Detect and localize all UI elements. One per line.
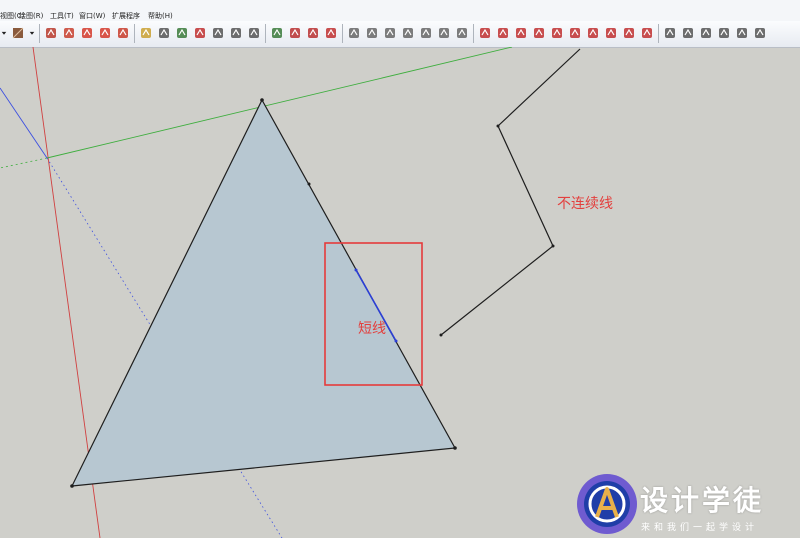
- monochrome-icon[interactable]: [454, 25, 470, 41]
- vertex: [496, 124, 500, 128]
- toolbar-separator: [658, 24, 659, 43]
- bend-icon[interactable]: [698, 25, 714, 41]
- extrude-icon[interactable]: [680, 25, 696, 41]
- rectangle-icon[interactable]: [549, 25, 565, 41]
- toolbar-separator: [342, 24, 343, 43]
- style-icon[interactable]: [346, 25, 362, 41]
- material-swatch-icon[interactable]: [10, 25, 26, 41]
- toolbar-separator: [265, 24, 266, 43]
- toolbar: [0, 21, 800, 48]
- dropdown-arrow-icon[interactable]: [0, 25, 8, 41]
- logo-title: 设计学徒: [640, 484, 765, 517]
- vertex: [551, 244, 555, 248]
- components-icon[interactable]: [287, 25, 303, 41]
- dimension-icon[interactable]: [156, 25, 172, 41]
- logo-emblem-icon: [577, 474, 637, 534]
- solid-icon[interactable]: [716, 25, 732, 41]
- discontinuous-polyline[interactable]: [440, 48, 581, 336]
- menu-tools[interactable]: 工具(T): [50, 12, 74, 20]
- vertex: [354, 268, 358, 272]
- menu-bar: 视图(C) 绘图(R) 工具(T) 窗口(W) 扩展程序 帮助(H): [0, 0, 800, 22]
- vertex: [439, 333, 443, 337]
- section-plane-icon[interactable]: [269, 25, 285, 41]
- split-icon[interactable]: [603, 25, 619, 41]
- line-tool-icon[interactable]: [477, 25, 493, 41]
- rotate-icon[interactable]: [97, 25, 113, 41]
- warehouse-icon[interactable]: [305, 25, 321, 41]
- green-axis-negative: [0, 157, 48, 169]
- hidden-line-icon[interactable]: [400, 25, 416, 41]
- scale-icon[interactable]: [115, 25, 131, 41]
- shaded-icon[interactable]: [418, 25, 434, 41]
- follow-me-icon[interactable]: [61, 25, 77, 41]
- share-model-icon[interactable]: [323, 25, 339, 41]
- menu-help[interactable]: 帮助(H): [148, 12, 173, 20]
- drawing-viewport[interactable]: [0, 47, 800, 538]
- vertex: [307, 182, 311, 186]
- toolbar-separator: [134, 24, 135, 43]
- arc-icon[interactable]: [495, 25, 511, 41]
- logo-slogan: 来和我们一起学设计: [641, 523, 759, 533]
- zoom-icon[interactable]: [228, 25, 244, 41]
- pan-icon[interactable]: [210, 25, 226, 41]
- textured-icon[interactable]: [436, 25, 452, 41]
- vertex: [260, 98, 264, 102]
- polygon-icon[interactable]: [531, 25, 547, 41]
- face-icon[interactable]: [639, 25, 655, 41]
- model-canvas[interactable]: [0, 47, 800, 538]
- push-pull-icon[interactable]: [43, 25, 59, 41]
- menu-window[interactable]: 窗口(W): [79, 12, 105, 20]
- inspector-icon[interactable]: [734, 25, 750, 41]
- move-icon[interactable]: [79, 25, 95, 41]
- menu-draw[interactable]: 绘图(R): [19, 12, 43, 20]
- offset-icon[interactable]: [585, 25, 601, 41]
- overflow-icon[interactable]: [752, 25, 768, 41]
- sandbox-icon[interactable]: [662, 25, 678, 41]
- vertex: [70, 484, 74, 488]
- tape-measure-icon[interactable]: [138, 25, 154, 41]
- weld-icon[interactable]: [567, 25, 583, 41]
- menu-extensions[interactable]: 扩展程序: [112, 12, 140, 20]
- brand-logo: 设计学徒 来和我们一起学设计: [575, 471, 800, 538]
- close-gap-icon[interactable]: [621, 25, 637, 41]
- dropdown-arrow-icon[interactable]: [28, 25, 36, 41]
- triangle-face[interactable]: [70, 98, 456, 487]
- paint-bucket-icon[interactable]: [174, 25, 190, 41]
- freehand-icon[interactable]: [513, 25, 529, 41]
- wireframe-icon[interactable]: [382, 25, 398, 41]
- vertex: [394, 339, 398, 343]
- toolbar-separator: [473, 24, 474, 43]
- x-ray-icon[interactable]: [364, 25, 380, 41]
- short-line-label: 短线: [358, 321, 386, 337]
- orbit-icon[interactable]: [192, 25, 208, 41]
- toolbar-separator: [39, 24, 40, 43]
- discontinuous-line-label: 不连续线: [557, 196, 613, 212]
- vertex: [453, 446, 457, 450]
- zoom-extents-icon[interactable]: [246, 25, 262, 41]
